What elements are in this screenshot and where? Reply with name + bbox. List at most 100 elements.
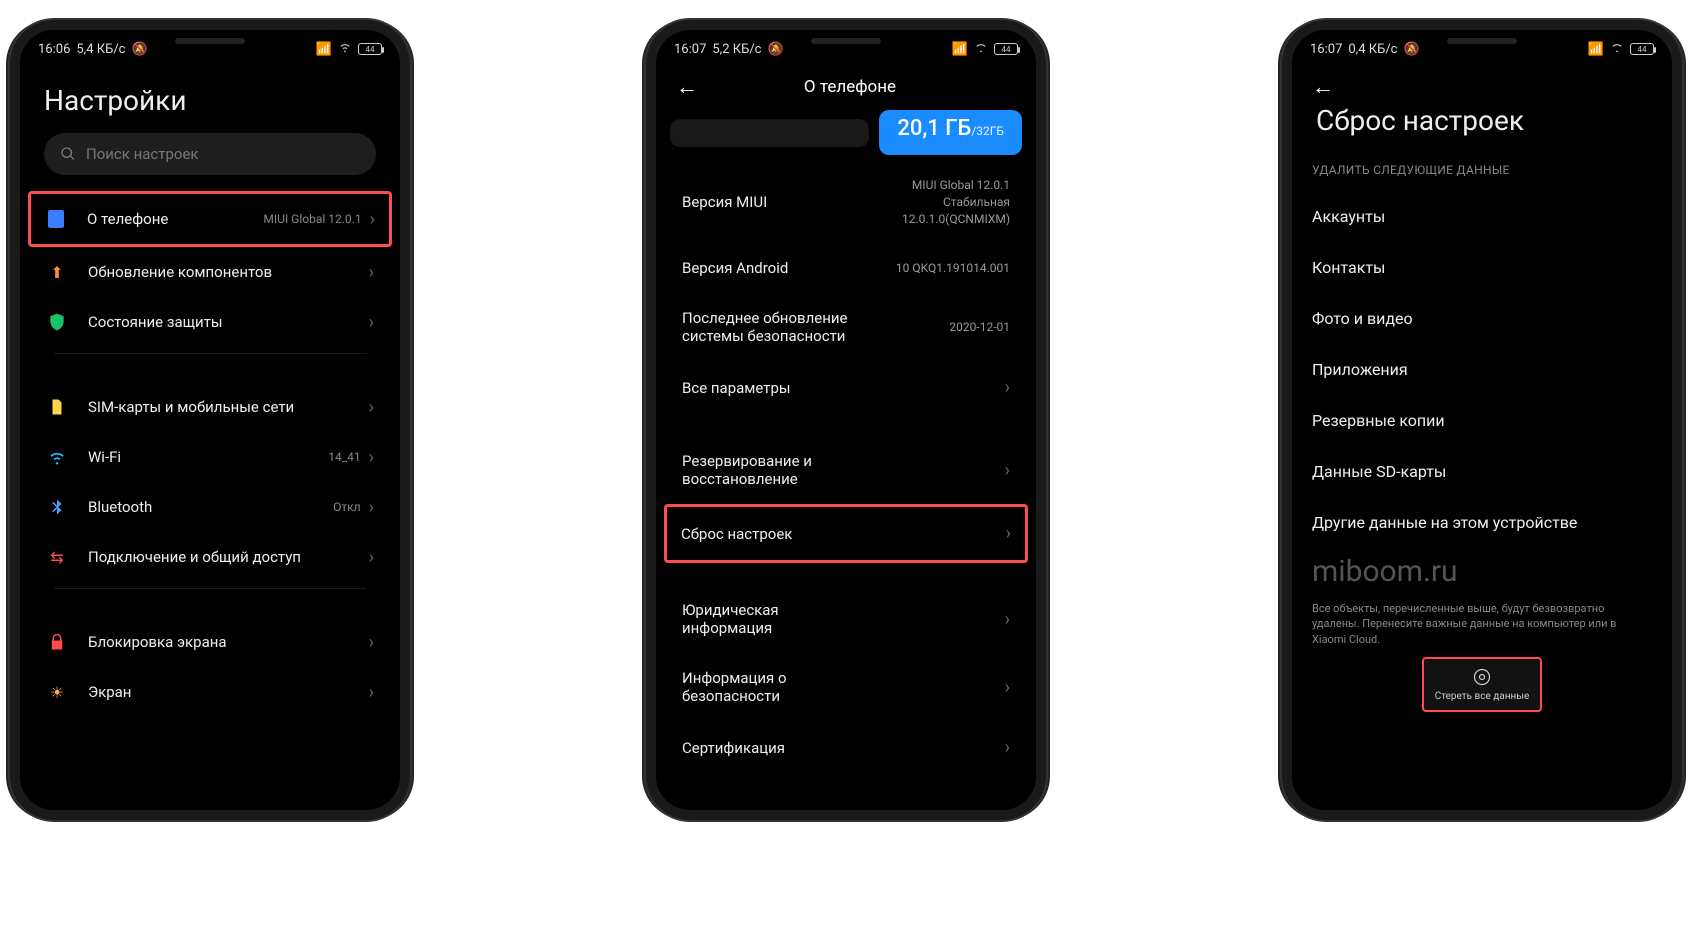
item-apps: Приложения	[1292, 344, 1672, 395]
item-other-data: Другие данные на этом устройстве	[1292, 497, 1672, 548]
row-display[interactable]: ☀ Экран ›	[32, 667, 388, 717]
header: ← О телефоне	[656, 64, 1036, 110]
wifi-icon	[46, 446, 68, 468]
row-value: MIUI Global 12.0.1 Стабильная 12.0.1.0(Q…	[902, 177, 1010, 227]
chevron-right-icon: ›	[370, 209, 375, 230]
item-backups: Резервные копии	[1292, 395, 1672, 446]
sun-icon: ☀	[46, 681, 68, 703]
row-bluetooth[interactable]: Bluetooth Откл ›	[32, 482, 388, 532]
row-label: Bluetooth	[88, 498, 333, 516]
chevron-right-icon: ›	[369, 312, 374, 333]
erase-label: Стереть все данные	[1435, 691, 1530, 702]
erase-icon	[1472, 667, 1492, 687]
page-title: Настройки	[20, 64, 400, 133]
row-value: 2020-12-01	[949, 319, 1010, 336]
disclaimer-text: Все объекты, перечисленные выше, будут б…	[1292, 597, 1672, 657]
chevron-right-icon: ›	[369, 632, 374, 653]
row-label: О телефоне	[87, 210, 263, 228]
shield-icon	[46, 311, 68, 333]
erase-all-button[interactable]: Стереть все данные	[1422, 657, 1542, 712]
section-header: УДАЛИТЬ СЛЕДУЮЩИЕ ДАННЫЕ	[1292, 153, 1672, 191]
battery-icon: 44	[994, 43, 1018, 55]
bluetooth-icon	[46, 496, 68, 518]
row-label: Версия MIUI	[682, 193, 767, 211]
row-sim[interactable]: SIM-карты и мобильные сети ›	[32, 382, 388, 432]
row-label: Версия Android	[682, 259, 788, 277]
status-speed: 5,2 КБ/с	[712, 42, 761, 57]
row-value: 14_41	[328, 450, 360, 464]
row-label: Сброс настроек	[681, 525, 792, 543]
item-accounts: Аккаунты	[1292, 191, 1672, 242]
search-input[interactable]: Поиск настроек	[44, 133, 376, 175]
storage-used: 20,1 ГБ	[897, 116, 971, 141]
sim-icon	[46, 396, 68, 418]
wifi-icon	[338, 40, 352, 58]
row-label: Подключение и общий доступ	[88, 548, 369, 566]
row-label: Wi-Fi	[88, 448, 328, 466]
storage-empty-card	[670, 119, 869, 147]
row-label: Экран	[88, 683, 369, 701]
item-sd-data: Данные SD-карты	[1292, 446, 1672, 497]
row-about-phone[interactable]: О телефоне MIUI Global 12.0.1 ›	[28, 191, 392, 247]
row-security-status[interactable]: Состояние защиты ›	[32, 297, 388, 347]
storage-used-card: 20,1 ГБ/32ГБ	[879, 110, 1022, 155]
row-updates[interactable]: ⬆ Обновление компонентов ›	[32, 247, 388, 297]
status-bar: 16:07 5,2 КБ/с 🔕 📶 44	[656, 30, 1036, 64]
row-lock-screen[interactable]: Блокировка экрана ›	[32, 617, 388, 667]
row-miui-version[interactable]: Версия MIUI MIUI Global 12.0.1 Стабильна…	[668, 161, 1024, 243]
row-security-patch[interactable]: Последнее обновление системы безопасност…	[668, 293, 1024, 361]
chevron-right-icon: ›	[369, 547, 374, 568]
back-icon[interactable]: ←	[1312, 74, 1334, 100]
row-value: MIUI Global 12.0.1	[263, 212, 361, 226]
page-title: Сброс настроек	[1292, 100, 1672, 153]
battery-icon: 44	[1630, 43, 1654, 55]
chevron-right-icon: ›	[369, 397, 374, 418]
watermark-text: miboom.ru	[1292, 548, 1672, 597]
row-label: Резервирование и восстановление	[682, 452, 862, 488]
row-all-specs[interactable]: Все параметры ›	[668, 361, 1024, 414]
row-android-version[interactable]: Версия Android 10 QKQ1.191014.001	[668, 243, 1024, 293]
chevron-right-icon: ›	[1005, 677, 1010, 698]
row-connection-sharing[interactable]: ⇆ Подключение и общий доступ ›	[32, 532, 388, 582]
row-label: SIM-карты и мобильные сети	[88, 398, 369, 416]
storage-card[interactable]: 20,1 ГБ/32ГБ	[656, 110, 1036, 155]
status-speed: 5,4 КБ/с	[76, 42, 125, 57]
wifi-icon	[1610, 40, 1624, 58]
phone-frame-reset: 16:07 0,4 КБ/с 🔕 📶 44 ← Сброс настроек У…	[1282, 20, 1682, 820]
signal-icon: 📶	[1588, 42, 1604, 57]
phone-frame-settings: 16:06 5,4 КБ/с 🔕 📶 44 Настройки Поиск на…	[10, 20, 410, 820]
row-label: Юридическая информация	[682, 601, 862, 637]
item-photos: Фото и видео	[1292, 293, 1672, 344]
phone-frame-about: 16:07 5,2 КБ/с 🔕 📶 44 ← О телефоне 20,1 …	[646, 20, 1046, 820]
row-label: Последнее обновление системы безопасност…	[682, 309, 862, 345]
chevron-right-icon: ›	[1005, 377, 1010, 398]
row-safety-info[interactable]: Информация о безопасности ›	[668, 653, 1024, 721]
row-legal[interactable]: Юридическая информация ›	[668, 585, 1024, 653]
row-label: Сертификация	[682, 739, 785, 757]
page-title: О телефоне	[714, 77, 986, 97]
share-icon: ⇆	[46, 546, 68, 568]
row-reset-settings[interactable]: Сброс настроек ›	[664, 504, 1028, 563]
row-label: Все параметры	[682, 379, 791, 397]
row-label: Обновление компонентов	[88, 263, 369, 281]
row-label: Информация о безопасности	[682, 669, 862, 705]
row-certification[interactable]: Сертификация ›	[668, 721, 1024, 774]
mute-icon: 🔕	[132, 42, 148, 57]
status-bar: 16:07 0,4 КБ/с 🔕 📶 44	[1292, 30, 1672, 64]
battery-icon: 44	[358, 43, 382, 55]
signal-icon: 📶	[316, 42, 332, 57]
chevron-right-icon: ›	[369, 497, 374, 518]
divider	[54, 588, 366, 589]
header: ←	[1292, 64, 1672, 100]
item-contacts: Контакты	[1292, 242, 1672, 293]
row-label: Состояние защиты	[88, 313, 369, 331]
row-wifi[interactable]: Wi-Fi 14_41 ›	[32, 432, 388, 482]
status-bar: 16:06 5,4 КБ/с 🔕 📶 44	[20, 30, 400, 64]
status-speed: 0,4 КБ/с	[1348, 42, 1397, 57]
back-icon[interactable]: ←	[676, 74, 698, 100]
status-time: 16:06	[38, 42, 70, 57]
chevron-right-icon: ›	[1006, 523, 1011, 544]
phone-icon	[45, 208, 67, 230]
row-backup-restore[interactable]: Резервирование и восстановление ›	[668, 436, 1024, 504]
row-value: Откл	[333, 500, 360, 514]
